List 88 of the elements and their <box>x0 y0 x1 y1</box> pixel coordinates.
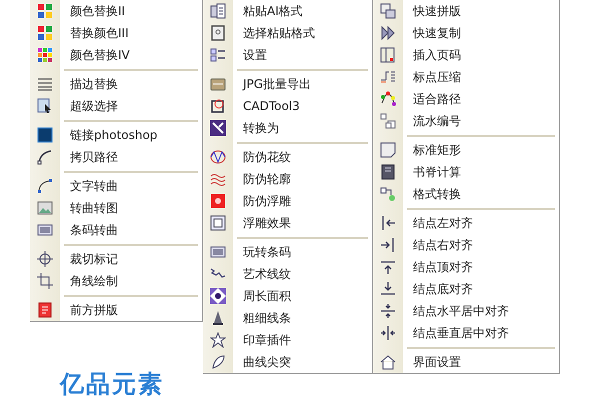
pattern-icon <box>210 149 226 165</box>
frame-icon <box>210 98 226 114</box>
align-left-icon <box>380 215 396 231</box>
shapes-icon <box>380 186 396 202</box>
menu-item[interactable]: 玩转条码 <box>203 241 372 263</box>
color-grid-icon <box>37 25 53 41</box>
menu-item[interactable]: 结点左对齐 <box>373 212 559 234</box>
book-icon <box>380 164 396 180</box>
menu-item[interactable]: 印章插件 <box>203 329 372 351</box>
menu-item[interactable]: 前方拼版 <box>30 299 202 321</box>
logo-text: 亿品元素 <box>60 370 165 398</box>
feather-icon <box>210 354 226 370</box>
menu-item[interactable]: 文字转曲 <box>30 175 202 197</box>
columns-icon <box>380 69 396 85</box>
color-grid-icon <box>37 3 53 19</box>
menu-item[interactable]: 防伪花纹 <box>203 146 372 168</box>
menu-item[interactable]: CADTool3 <box>203 95 372 117</box>
squares-icon <box>380 113 396 129</box>
menu-item[interactable]: 快速拼版 <box>373 0 559 22</box>
arrows-icon <box>380 25 396 41</box>
menu-item[interactable]: 周长面积 <box>203 285 372 307</box>
menu-item[interactable]: 拷贝路径 <box>30 146 202 168</box>
menu-item[interactable]: 艺术线纹 <box>203 263 372 285</box>
document-icon <box>37 302 53 318</box>
menu-item[interactable]: 描边替换 <box>30 73 202 95</box>
menu-item[interactable]: 标点压缩 <box>373 66 559 88</box>
image-icon <box>37 200 53 216</box>
menu-item[interactable]: 界面设置 <box>373 351 559 373</box>
cone-icon <box>210 310 226 326</box>
cursor-icon <box>37 98 53 114</box>
curve-icon <box>37 149 53 165</box>
menu-item[interactable]: 结点垂直居中对齐 <box>373 322 559 344</box>
frame-icon <box>210 215 226 231</box>
align-right-icon <box>380 237 396 253</box>
menu-item[interactable]: 插入页码 <box>373 44 559 66</box>
color-grid-icon <box>37 47 53 63</box>
menu-item[interactable]: 转曲转图 <box>30 197 202 219</box>
menu-item[interactable]: 裁切标记 <box>30 248 202 270</box>
menu-item[interactable]: 粗细线条 <box>203 307 372 329</box>
menu-item[interactable]: 流水编号 <box>373 110 559 132</box>
menu-item[interactable]: 防伪浮雕 <box>203 190 372 212</box>
menu-item[interactable]: 转换为 <box>203 117 372 139</box>
menu-item[interactable]: 结点顶对齐 <box>373 256 559 278</box>
menu-item[interactable]: 链接photoshop <box>30 124 202 146</box>
menu-item[interactable]: 角线绘制 <box>30 270 202 292</box>
menu-item[interactable]: 替换颜色III <box>30 22 202 44</box>
crosshair-icon <box>37 251 53 267</box>
menu-item[interactable]: 书脊计算 <box>373 161 559 183</box>
align-center-icon <box>380 303 396 319</box>
menu-item[interactable]: 选择粘贴格式 <box>203 22 372 44</box>
paste-icon <box>210 3 226 19</box>
barcode-icon <box>210 244 226 260</box>
align-middle-icon <box>380 325 396 341</box>
menu-item[interactable]: JPG批量导出 <box>203 73 372 95</box>
menu-item[interactable]: 结点右对齐 <box>373 234 559 256</box>
menu-item[interactable]: 颜色替换IV <box>30 44 202 66</box>
wave-icon <box>210 171 226 187</box>
menu-item[interactable]: 超级选择 <box>30 95 202 117</box>
nodes-icon <box>380 91 396 107</box>
document-icon <box>210 25 226 41</box>
align-top-icon <box>380 259 396 275</box>
star-icon <box>210 332 226 348</box>
menu-item[interactable]: 条码转曲 <box>30 219 202 241</box>
menu-item[interactable]: 颜色替换II <box>30 0 202 22</box>
lines-icon <box>37 76 53 92</box>
menu-item[interactable]: 适合路径 <box>373 88 559 110</box>
menu-item[interactable]: 结点底对齐 <box>373 278 559 300</box>
menu-item[interactable]: 快速复制 <box>373 22 559 44</box>
checklist-icon <box>210 47 226 63</box>
menu-item[interactable]: 标准矩形 <box>373 139 559 161</box>
page-icon <box>380 47 396 63</box>
page-icon <box>380 142 396 158</box>
menu-item[interactable]: 防伪轮廓 <box>203 168 372 190</box>
curve-node-icon <box>37 178 53 194</box>
align-bottom-icon <box>380 281 396 297</box>
barcode-icon <box>37 222 53 238</box>
file-icon <box>210 76 226 92</box>
house-icon <box>380 354 396 370</box>
menu-item[interactable]: 格式转换 <box>373 183 559 205</box>
layout-icon <box>380 3 396 19</box>
crop-marks-icon <box>37 273 53 289</box>
menu-item[interactable]: 设置 <box>203 44 372 66</box>
tile-icon <box>210 193 226 209</box>
app-icon <box>37 127 53 143</box>
menu-item[interactable]: 曲线尖突 <box>203 351 372 373</box>
menu-item[interactable]: 粘贴AI格式 <box>203 0 372 22</box>
menu-item[interactable]: 浮雕效果 <box>203 212 372 234</box>
menu-item[interactable]: 结点水平居中对齐 <box>373 300 559 322</box>
